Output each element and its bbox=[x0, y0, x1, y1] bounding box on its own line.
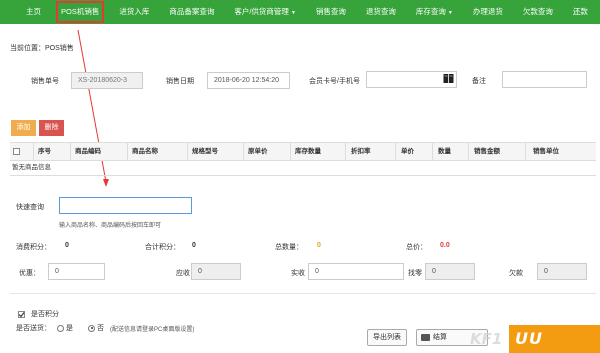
total-points-value: 0 bbox=[192, 242, 196, 249]
divider bbox=[10, 293, 596, 294]
sale-date-field[interactable]: 2018-06-20 12:54:20 bbox=[207, 72, 290, 89]
product-table: 序号 商品编码 商品名称 规格型号 原单价 库存数量 折扣率 单价 数量 销售金… bbox=[10, 142, 596, 176]
use-points-option[interactable]: 是否积分 bbox=[18, 309, 59, 319]
column-header: 销售单位 bbox=[533, 148, 559, 155]
total-price-label: 总价： bbox=[406, 244, 427, 251]
change-field: 0 bbox=[425, 263, 475, 280]
owed-label: 欠款 bbox=[509, 270, 523, 277]
top-nav: 主页 POS机销售 进货入库 商品备案查询 客户/供货商管理 ▼ 销售查询 退货查… bbox=[0, 0, 600, 24]
breadcrumb: 当前位置：POS销售 bbox=[10, 45, 74, 52]
receivable-field: 0 bbox=[191, 263, 241, 280]
total-qty-label: 总数量： bbox=[275, 244, 303, 251]
column-header: 折扣率 bbox=[351, 148, 371, 155]
nav-item-purchase-in[interactable]: 进货入库 bbox=[119, 0, 149, 24]
points-value: 0 bbox=[65, 242, 69, 249]
checkbox-checked-icon[interactable] bbox=[18, 310, 25, 318]
discount-input[interactable]: 0 bbox=[48, 263, 105, 280]
nav-item-home[interactable]: 主页 bbox=[26, 0, 41, 24]
export-list-button[interactable]: 导出列表 bbox=[367, 329, 407, 346]
owed-field: 0 bbox=[537, 263, 587, 280]
receivable-label: 应收 bbox=[176, 270, 190, 277]
annotation-arrow bbox=[77, 29, 109, 187]
nav-item-return-query[interactable]: 退货查询 bbox=[366, 0, 396, 24]
sale-date-label: 销售日期 bbox=[166, 78, 194, 85]
column-header: 商品编码 bbox=[75, 148, 101, 155]
option-label: 是 bbox=[66, 325, 73, 332]
table-header: 序号 商品编码 商品名称 规格型号 原单价 库存数量 折扣率 单价 数量 销售金… bbox=[10, 143, 596, 161]
delete-button[interactable]: 删除 bbox=[39, 120, 64, 136]
column-header: 商品名称 bbox=[132, 148, 158, 155]
option-label: 否 bbox=[97, 325, 104, 332]
points-label: 消费积分： bbox=[16, 244, 51, 251]
nav-item-label: 库存查询 bbox=[415, 6, 446, 16]
sale-no-label: 销售单号 bbox=[31, 78, 59, 85]
quick-search-label: 快速查询 bbox=[16, 204, 44, 211]
delivery-label: 是否送货： bbox=[16, 325, 51, 332]
nav-item-product-filing[interactable]: 商品备案查询 bbox=[169, 0, 214, 24]
column-header: 数量 bbox=[438, 148, 451, 155]
member-label: 会员卡号/手机号 bbox=[309, 78, 360, 85]
remark-label: 备注 bbox=[472, 78, 486, 85]
nav-item-customer-supplier[interactable]: 客户/供货商管理 ▼ bbox=[234, 0, 296, 25]
received-label: 实收 bbox=[291, 270, 305, 277]
nav-item-stock-query[interactable]: 库存查询 ▼ bbox=[416, 0, 453, 25]
radio-icon[interactable] bbox=[57, 324, 64, 332]
watermark-logo: UU bbox=[509, 325, 600, 353]
received-input[interactable]: 0 bbox=[308, 263, 404, 280]
quick-search-hint: 输入商品名称、商品编码后按回车即可 bbox=[59, 223, 162, 229]
delivery-note: (配送信息请登录PC桌面版设置) bbox=[110, 327, 195, 333]
delivery-no-option[interactable]: 否 bbox=[88, 323, 104, 333]
book-icon[interactable] bbox=[443, 73, 454, 84]
delivery-yes-option[interactable]: 是 bbox=[57, 323, 73, 333]
nav-item-pos-sales[interactable]: POS机销售 bbox=[55, 1, 105, 23]
total-qty-value: 0 bbox=[317, 242, 321, 249]
remark-input[interactable] bbox=[502, 71, 587, 88]
printer-icon bbox=[421, 333, 430, 341]
column-header: 销售金额 bbox=[474, 148, 500, 155]
add-button[interactable]: 添加 bbox=[11, 120, 36, 136]
nav-item-debt-query[interactable]: 欠款查询 bbox=[523, 0, 553, 24]
column-header: 规格型号 bbox=[192, 148, 218, 155]
radio-selected-icon[interactable] bbox=[88, 324, 95, 332]
column-header: 单价 bbox=[401, 148, 414, 155]
sale-no-field: XS-20180620-3 bbox=[71, 72, 143, 89]
nav-item-handle-return[interactable]: 办理退货 bbox=[473, 0, 503, 24]
chevron-down-icon: ▼ bbox=[447, 9, 453, 16]
column-header: 库存数量 bbox=[295, 148, 321, 155]
total-price-value: 0.0 bbox=[440, 242, 450, 249]
change-label: 找零 bbox=[408, 270, 422, 277]
nav-item-label: 客户/供货商管理 bbox=[234, 6, 289, 16]
discount-label: 优惠： bbox=[19, 270, 40, 277]
empty-state: 暂无商品信息 bbox=[12, 164, 51, 171]
column-header: 原单价 bbox=[248, 148, 268, 155]
nav-item-repayment[interactable]: 还款 bbox=[573, 0, 588, 24]
total-points-label: 合计积分： bbox=[145, 244, 180, 251]
use-points-label: 是否积分 bbox=[30, 311, 59, 318]
column-header: 序号 bbox=[38, 148, 51, 155]
checkout-label: 结算 bbox=[433, 334, 447, 341]
select-all-checkbox[interactable] bbox=[13, 143, 20, 161]
quick-search-input[interactable] bbox=[59, 197, 192, 214]
nav-item-sales-query[interactable]: 销售查询 bbox=[316, 0, 346, 24]
chevron-down-icon: ▼ bbox=[290, 9, 296, 16]
